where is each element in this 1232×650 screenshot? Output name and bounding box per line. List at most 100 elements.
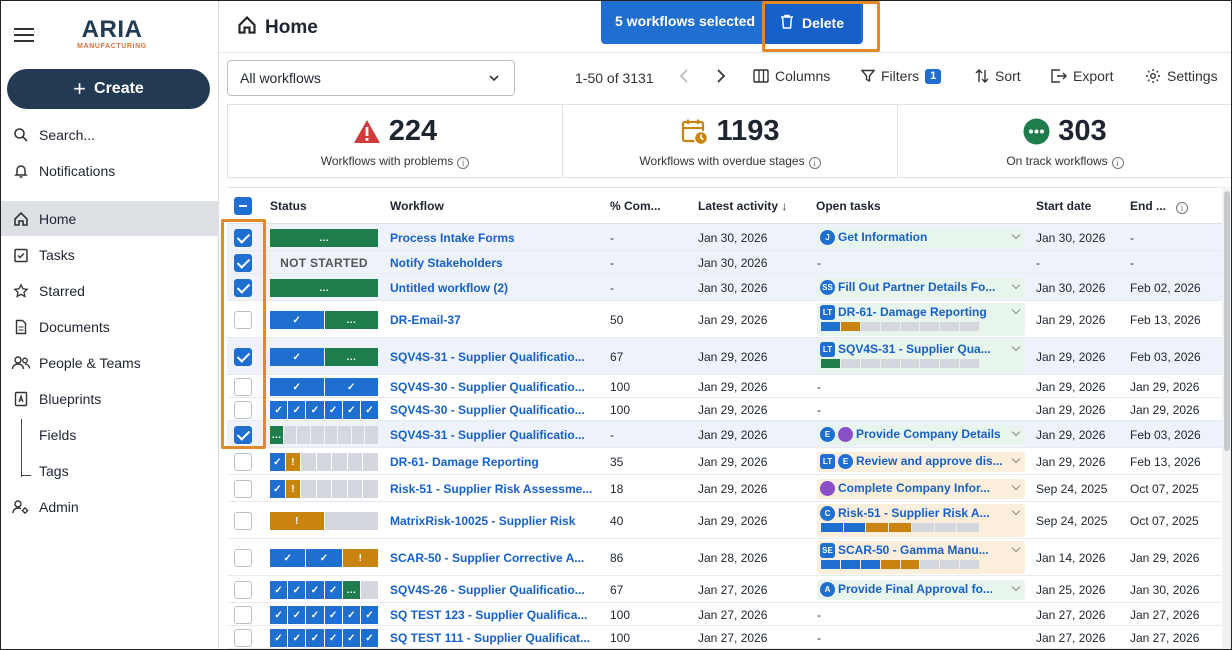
select-all-checkbox[interactable] [234,197,252,215]
status-progress: ✓ ✓ [270,378,378,396]
columns-button[interactable]: Columns [753,68,830,84]
table-row[interactable]: ✓! DR-61- Damage Reporting 35 Jan 29, 2026 L… [227,448,1222,475]
table-row[interactable]: ✓ ✓ ✓ ✓ ✓ ✓ SQ TEST 123 - Supplier Qualifica..… [227,603,1222,626]
menu-icon[interactable] [14,28,34,42]
open-task-dropdown[interactable]: SS Fill Out Partner Details Fo... [817,278,1025,298]
next-page-button[interactable] [716,68,726,84]
table-scrollbar[interactable] [1222,187,1231,649]
settings-label: Settings [1167,68,1218,84]
open-task-dropdown[interactable]: E Provide Company Details [817,425,1025,445]
task-progress-segment [920,322,940,331]
table-row[interactable]: ✓ ✓ ✓ ✓ ✓ ✓ SQ TEST 111 - Supplier Qualificat.… [227,626,1222,649]
table-row[interactable]: ! MatrixRisk-10025 - Supplier Risk 40 Jan 2… [227,502,1222,539]
column-header-status[interactable]: Status [270,199,307,213]
create-button[interactable]: + Create [7,69,210,109]
sidebar-item-tags[interactable]: Tags [1,453,219,488]
table-row[interactable]: ✓! Risk-51 - Supplier Risk Assessme... 18 J… [227,475,1222,502]
sidebar-item-fields[interactable]: Fields [1,417,219,452]
logo[interactable]: ARIA MANUFACTURING [77,17,147,51]
column-header-complete[interactable]: % Com... [610,199,661,213]
chevron-left-icon [679,69,688,83]
table-row[interactable]: NOT STARTED Notify Stakeholders - Jan 30, 2… [227,251,1222,274]
sort-button[interactable]: Sort [975,68,1021,84]
info-icon[interactable]: i [808,157,821,169]
open-task-dropdown[interactable]: Complete Company Infor... [817,479,1025,499]
workflow-name-link[interactable]: Untitled workflow (2) [390,281,600,295]
workflow-name-link[interactable]: DR-Email-37 [390,313,600,327]
status-progress: … [270,279,378,297]
info-icon[interactable]: i [1176,202,1188,214]
row-checkbox[interactable] [234,629,252,647]
table-row[interactable]: ✓ ✓ ✓ ✓ ✓ ✓ SQV4S-30 - Supplier Qualificatio..… [227,398,1222,421]
workflow-name-link[interactable]: SCAR-50 - Supplier Corrective A... [390,551,600,565]
stat-problems[interactable]: 224 Workflows with problems i [228,105,563,177]
open-task-dropdown[interactable]: J Get Information [817,228,1025,248]
open-task-dropdown[interactable]: LT E Review and approve dis... [817,452,1025,472]
workflow-name-link[interactable]: SQV4S-31 - Supplier Qualificatio... [390,428,600,442]
sidebar-item-people-teams[interactable]: People & Teams [1,345,219,380]
status-segment: … [324,311,378,329]
sidebar-item-blueprints[interactable]: Blueprints [1,381,219,416]
end-date: Jan 27, 2026 [1130,631,1200,645]
workflow-name-link[interactable]: MatrixRisk-10025 - Supplier Risk [390,514,600,528]
task-progress-segment [860,322,880,331]
workflow-name-link[interactable]: SQ TEST 111 - Supplier Qualificat... [390,631,600,645]
info-icon[interactable]: i [1111,157,1124,169]
sidebar-item-search[interactable]: Search... [1,117,219,152]
workflow-name-link[interactable]: Notify Stakeholders [390,256,600,270]
workflow-name-link[interactable]: SQV4S-30 - Supplier Qualificatio... [390,380,600,394]
info-icon[interactable]: i [457,157,470,169]
column-header-open-tasks[interactable]: Open tasks [816,199,881,213]
scrollbar-thumb[interactable] [1224,191,1230,451]
sidebar-item-documents[interactable]: Documents [1,309,219,344]
filters-label: Filters [881,68,920,84]
settings-button[interactable]: Settings [1145,68,1218,84]
workflow-name-link[interactable]: SQV4S-30 - Supplier Qualificatio... [390,403,600,417]
latest-activity: Jan 27, 2026 [698,583,768,597]
workflow-name-link[interactable]: DR-61- Damage Reporting [390,455,600,469]
row-checkbox[interactable] [234,606,252,624]
open-task-dropdown[interactable]: LT SQV4S-31 - Supplier Qua... [817,340,1025,373]
column-header-start-date[interactable]: Start date [1036,199,1091,213]
table-row[interactable]: ✓… SQV4S-31 - Supplier Qualificatio... 67 J… [227,338,1222,375]
open-task-dropdown[interactable]: C Risk-51 - Supplier Risk A... [817,504,1025,537]
sidebar-item-starred[interactable]: Starred [1,273,219,308]
sidebar: ARIA MANUFACTURING + Create Search... No… [1,1,219,649]
sidebar-item-notifications[interactable]: Notifications [1,153,219,188]
workflow-name-link[interactable]: Process Intake Forms [390,231,600,245]
workflow-name-link[interactable]: Risk-51 - Supplier Risk Assessme... [390,482,600,496]
workflow-name-link[interactable]: SQV4S-31 - Supplier Qualificatio... [390,350,600,364]
row-checkbox[interactable] [234,480,252,498]
open-task-dropdown[interactable]: A Provide Final Approval fo... [817,580,1025,600]
chevron-down-icon [1011,230,1021,240]
open-task-dropdown[interactable]: SE SCAR-50 - Gamma Manu... [817,541,1025,574]
open-task-dropdown[interactable]: LT DR-61- Damage Reporting [817,303,1025,336]
previous-page-button[interactable] [679,68,689,84]
table-row[interactable]: ✓ ✓ SQV4S-30 - Supplier Qualificatio... 100… [227,375,1222,398]
latest-activity: Jan 29, 2026 [698,482,768,496]
table-row[interactable]: … Process Intake Forms - Jan 30, 2026 J Get I… [227,224,1222,251]
sidebar-item-home[interactable]: Home [1,201,219,236]
row-checkbox[interactable] [234,549,252,567]
stat-overdue[interactable]: 1193 Workflows with overdue stages i [563,105,898,177]
column-header-end-date[interactable]: End ... i [1130,199,1188,214]
column-header-latest-activity[interactable]: Latest activity ↓ [698,199,787,213]
export-button[interactable]: Export [1051,68,1113,84]
column-header-workflow[interactable]: Workflow [390,199,444,213]
workflow-name-link[interactable]: SQ TEST 123 - Supplier Qualifica... [390,608,600,622]
table-row[interactable]: ✓ ✓! SCAR-50 - Supplier Corrective A... 86 J… [227,539,1222,576]
row-checkbox[interactable] [234,453,252,471]
sidebar-item-tasks[interactable]: Tasks [1,237,219,272]
table-row[interactable]: … SQV4S-31 - Supplier Qualificatio... - Jan… [227,421,1222,448]
table-row[interactable]: ✓ ✓ ✓ ✓… SQV4S-26 - Supplier Qualificatio...… [227,576,1222,603]
workflow-name-link[interactable]: SQV4S-26 - Supplier Qualificatio... [390,583,600,597]
stat-on-track[interactable]: 303 On track workflows i [898,105,1231,177]
sidebar-item-admin[interactable]: Admin [1,489,219,524]
row-checkbox[interactable] [234,581,252,599]
filters-button[interactable]: Filters 1 [861,68,942,84]
open-task-name: Fill Out Partner Details Fo... [838,280,996,294]
table-row[interactable]: ✓… DR-Email-37 50 Jan 29, 2026 LT DR-61- Dama… [227,301,1222,338]
workflow-filter-select[interactable]: All workflows [227,60,515,96]
row-checkbox[interactable] [234,512,252,530]
table-row[interactable]: … Untitled workflow (2) - Jan 30, 2026 SS Fil… [227,274,1222,301]
